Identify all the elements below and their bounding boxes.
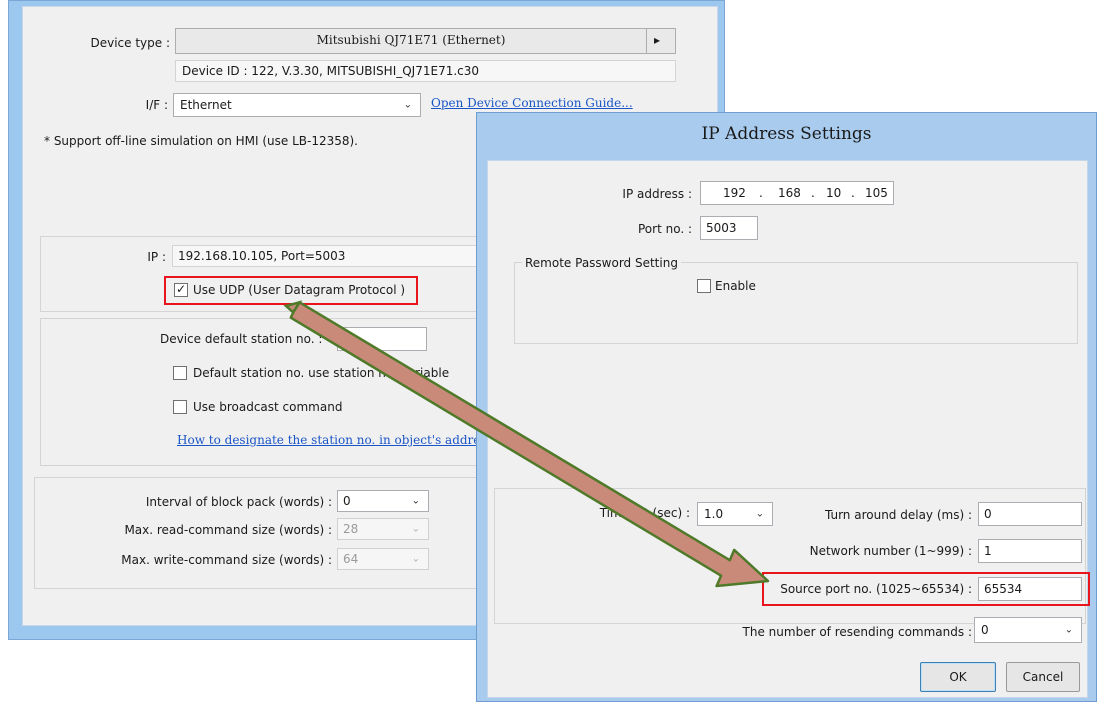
annotation-arrow <box>283 300 770 588</box>
arrow-shape <box>289 301 770 588</box>
